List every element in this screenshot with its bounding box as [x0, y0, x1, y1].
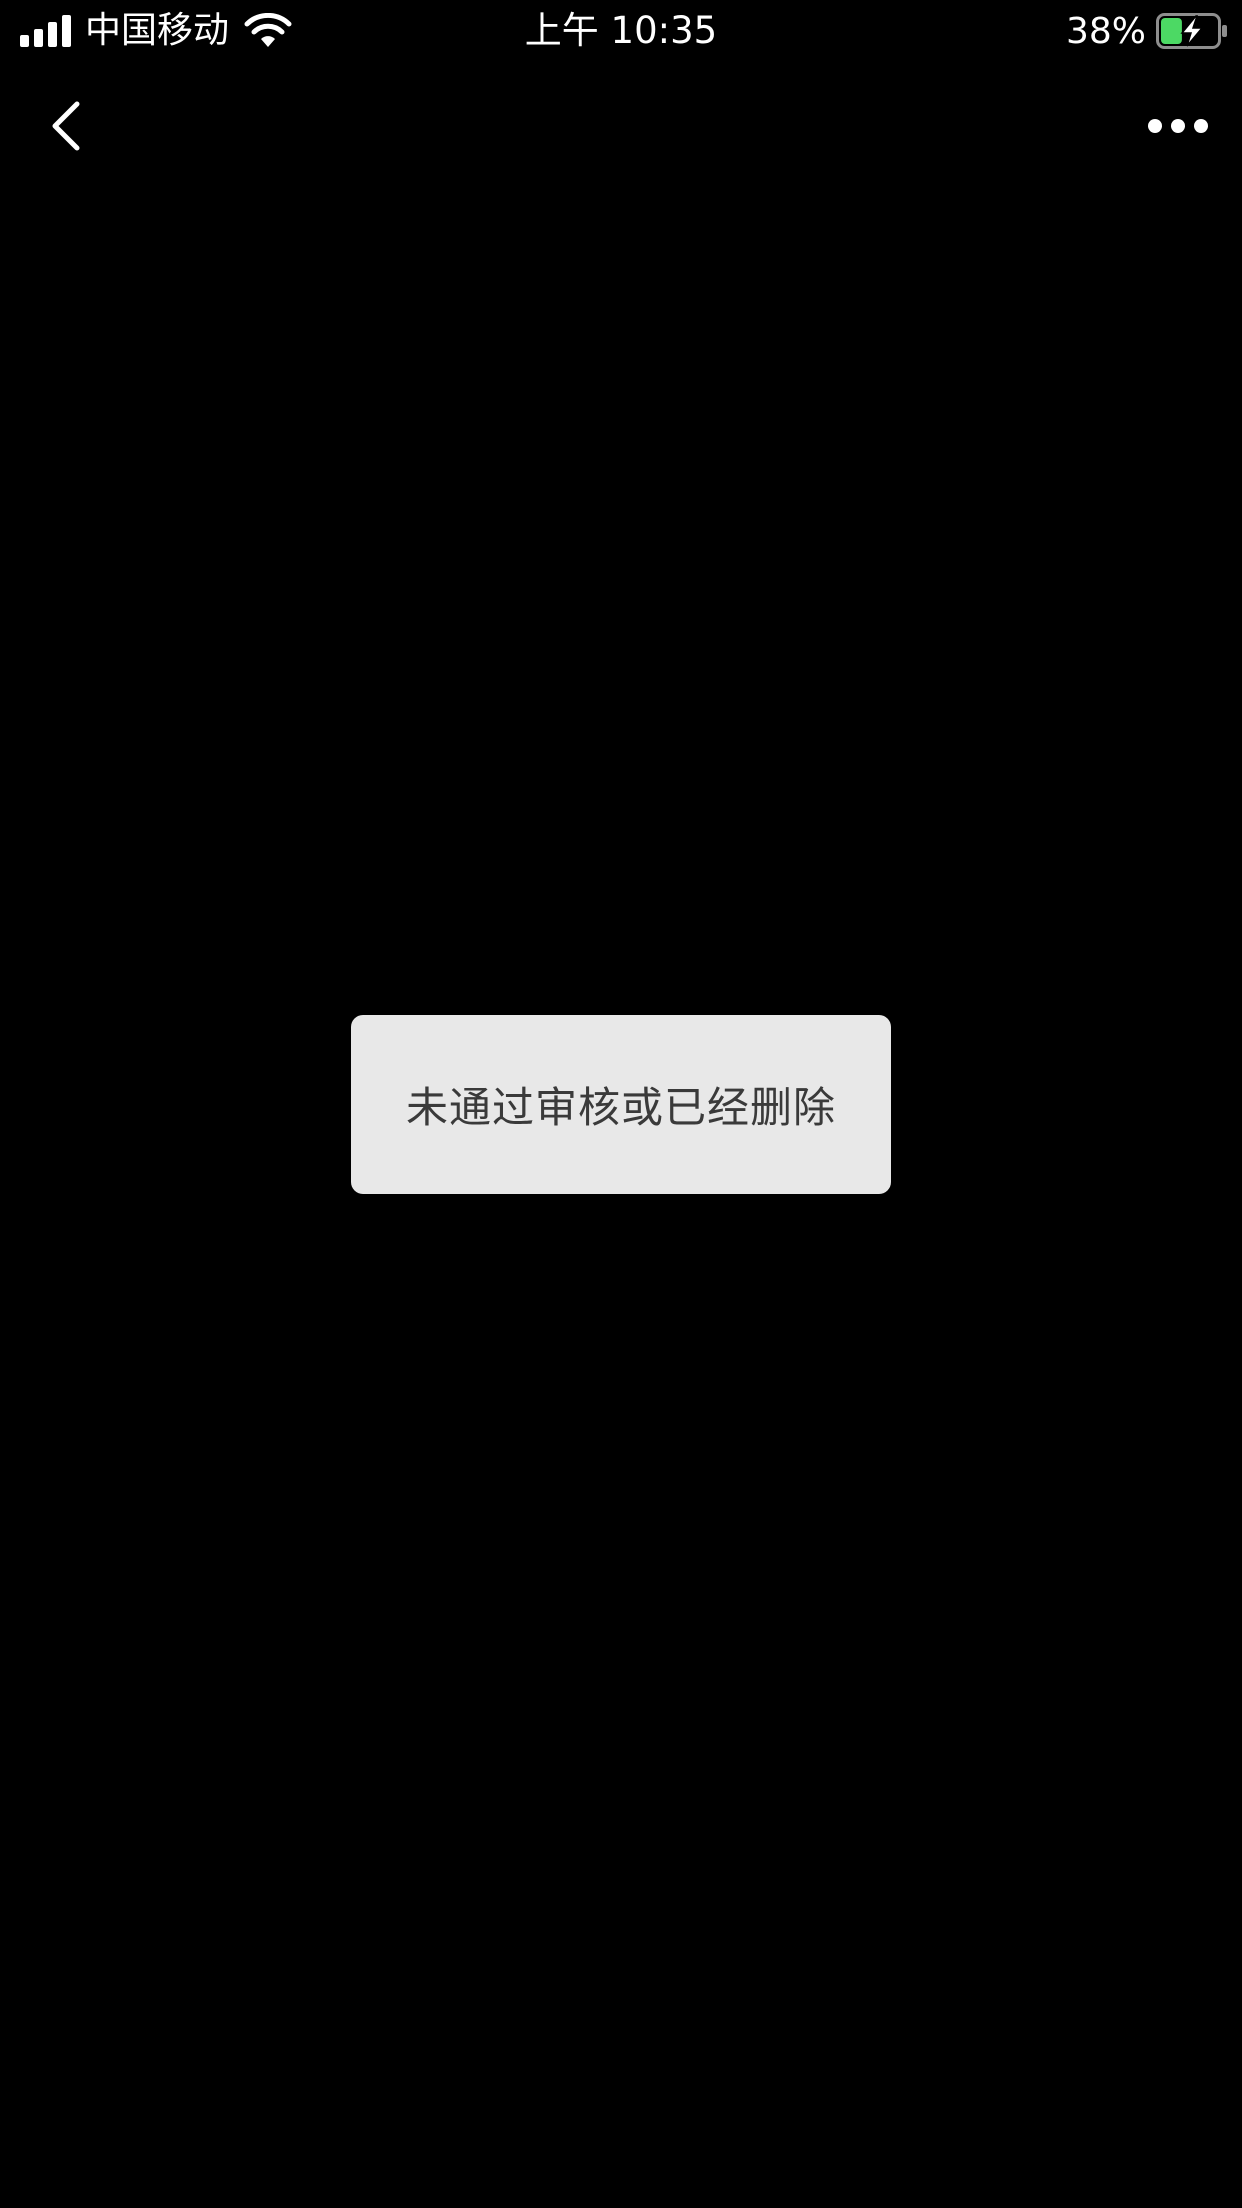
more-horizontal-icon-dot — [1171, 119, 1185, 133]
status-time: 上午 10:35 — [524, 9, 718, 52]
toast-message: 未通过审核或已经删除 — [351, 1015, 891, 1194]
battery-percentage: 38% — [1065, 10, 1146, 52]
back-button[interactable] — [36, 92, 96, 160]
battery-charging-icon — [1156, 13, 1227, 49]
status-bar-right: 38% — [1066, 0, 1228, 62]
more-options-button[interactable] — [1138, 96, 1218, 156]
status-bar: 中国移动 上午 10:35 38% — [0, 0, 1242, 62]
more-horizontal-icon-dot — [1194, 119, 1208, 133]
toast-text: 未通过审核或已经删除 — [405, 1083, 836, 1132]
battery-level-fill — [1161, 18, 1182, 44]
chevron-left-icon — [52, 101, 80, 151]
navigation-bar — [0, 62, 1242, 190]
more-horizontal-icon-dot — [1148, 119, 1162, 133]
